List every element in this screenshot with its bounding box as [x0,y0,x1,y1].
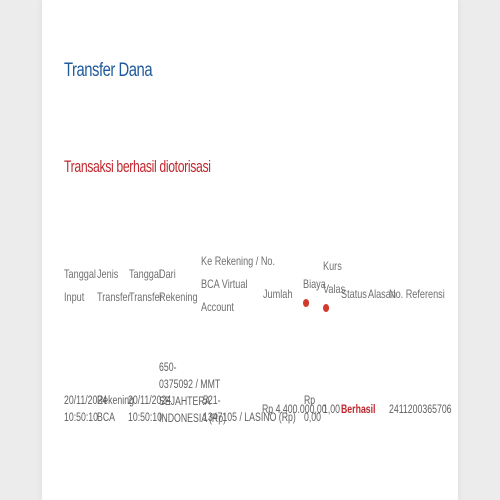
header-jumlah: Jumlah [263,287,293,301]
header-dari-rekening: Dari Rekening [159,267,198,304]
cell-kurs-valas: 1,00 [323,404,341,416]
info-icon[interactable] [323,304,330,312]
status-badge: Berhasil [341,404,376,416]
page-title: Transfer Dana [64,60,153,81]
header-status: Status [341,287,367,301]
header-tanggal-transfer: Tanggal Transfer [129,267,163,304]
header-no-referensi: No. Referensi [389,287,445,301]
cell-no-referensi: 2411200365706 [389,404,452,416]
cell-alasan: - [364,404,367,416]
info-icon[interactable] [303,299,310,307]
header-jenis-transfer: Jenis Transfer [97,267,131,304]
success-message: Transaksi berhasil diotorisasi [64,157,211,176]
cell-biaya: Rp 0,00 [304,395,322,424]
transfer-dana-panel: Transfer Dana Transaksi berhasil diotori… [42,0,458,500]
header-tanggal-input: Tanggal Input [64,267,96,304]
